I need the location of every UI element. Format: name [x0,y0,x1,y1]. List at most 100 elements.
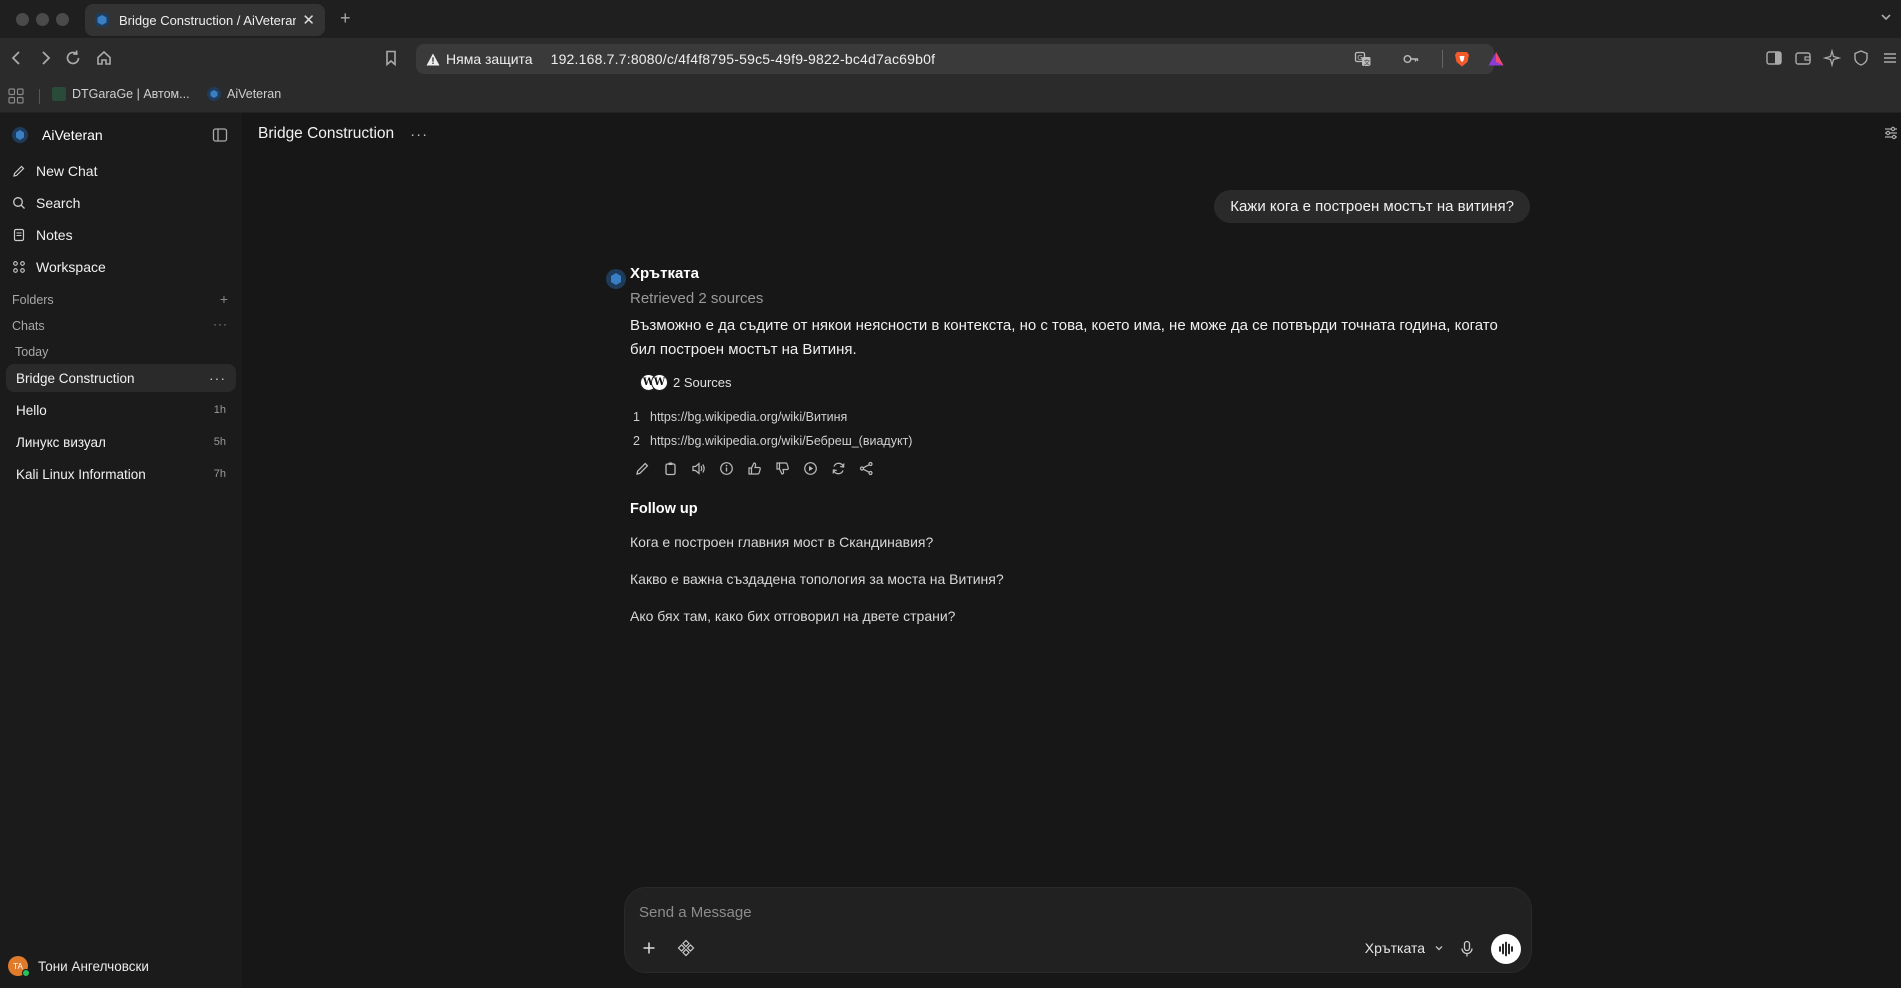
bookmark-icon[interactable] [382,49,400,67]
chevron-down-icon[interactable] [1879,10,1893,24]
app-logo-icon [12,127,28,143]
forward-icon[interactable] [36,49,54,67]
plus-icon[interactable] [641,940,657,956]
speaker-icon [691,461,705,475]
address-bar[interactable]: Няма защита 192.168.7.7:8080/c/4f4f8795-… [416,44,1504,74]
notes-label: Notes [36,227,73,243]
source-url[interactable]: https://bg.wikipedia.org/wiki/Бебреш_(ви… [650,434,912,448]
browser-tab-strip: Bridge Construction / AiVeteran ✕ + [0,0,1901,38]
home-icon[interactable] [95,49,113,67]
bad-response-button[interactable] [773,459,791,477]
svg-text:G: G [1357,54,1362,62]
source-number: 1 [633,410,640,424]
chat-main: Bridge Construction ··· Кажи кога е пост… [242,113,1901,988]
add-folder-icon[interactable]: + [220,291,228,307]
chat-item-kali-linux[interactable]: Kali Linux Information 7h [6,460,236,488]
back-icon[interactable] [8,49,26,67]
message-actions [630,459,1530,477]
translate-icon[interactable]: G文 [1354,50,1372,68]
online-status-dot [22,969,30,977]
menu-icon[interactable] [1881,49,1899,67]
divider [1442,50,1443,68]
workspace-button[interactable]: Workspace [12,259,106,275]
key-icon[interactable] [1402,50,1420,68]
copy-button[interactable] [661,459,679,477]
follow-up-suggestion[interactable]: Кога е построен главния мост в Скандинав… [630,531,1530,554]
url-actions: G文 [1354,44,1372,74]
follow-up-suggestion[interactable]: Ако бях там, како бих отговорил на двете… [630,605,1530,628]
vpn-shield-icon[interactable] [1852,49,1870,67]
brave-rewards-icon[interactable] [1487,50,1505,68]
continue-response-button[interactable] [801,459,819,477]
controls-icon[interactable] [1883,125,1899,141]
message-input[interactable] [639,900,1499,924]
chat-time: 1h [213,404,226,416]
chat-item-linux-visual[interactable]: Линукс визуал 5h [6,428,236,456]
follow-up-suggestion[interactable]: Какво е важна създадена топология за мос… [630,568,1530,591]
sidebar: AiVeteran New Chat Search Notes Workspac… [0,113,242,988]
thumbs-up-icon [747,461,761,475]
notes-button[interactable]: Notes [12,227,73,243]
url-actions-key [1402,44,1420,74]
wallet-icon[interactable] [1794,49,1812,67]
chat-options-icon[interactable]: ··· [410,126,428,143]
tools-icon[interactable] [677,939,695,957]
message-composer: Хрътката [624,887,1532,973]
chats-menu-icon[interactable]: ··· [213,317,228,331]
site-favicon-icon [52,87,66,101]
chat-options-icon[interactable]: ··· [209,370,226,386]
chat-item-hello[interactable]: Hello 1h [6,396,236,424]
read-aloud-button[interactable] [689,459,707,477]
close-tab-icon[interactable]: ✕ [302,11,315,29]
voice-mode-button[interactable] [1491,934,1521,964]
workspace-icon [13,261,25,273]
search-label: Search [36,195,81,211]
chat-title: Bridge Construction [16,370,135,386]
edit-button[interactable] [633,459,651,477]
window-zoom-button[interactable] [56,13,69,26]
window-close-button[interactable] [16,13,29,26]
source-url[interactable]: https://bg.wikipedia.org/wiki/Витиня [650,410,847,424]
info-icon [719,461,733,475]
reload-icon[interactable] [64,49,82,67]
browser-tab-active[interactable]: Bridge Construction / AiVeteran ✕ [85,4,325,36]
model-avatar-icon [606,269,626,289]
regenerate-button[interactable] [829,459,847,477]
generation-info-button[interactable] [717,459,735,477]
app-favicon-icon [95,13,109,27]
security-indicator[interactable]: Няма защита [426,51,533,67]
chat-header: Bridge Construction ··· [258,125,428,143]
bookmark-aiveteran[interactable]: AiVeteran [207,87,281,101]
share-button[interactable] [857,459,875,477]
apps-grid-icon[interactable] [8,88,24,104]
microphone-icon[interactable] [1459,940,1475,958]
user-message-text: Кажи кога е построен мостът на витиня? [1230,198,1514,215]
url-text[interactable]: 192.168.7.7:8080/c/4f4f8795-59c5-49f9-98… [551,51,936,67]
bookmark-label: AiVeteran [227,87,282,101]
source-icons: W W [640,374,668,391]
chat-item-bridge-construction[interactable]: Bridge Construction ··· [6,364,236,392]
source-item[interactable]: 1 https://bg.wikipedia.org/wiki/Витиня [630,405,1530,429]
follow-up-title: Follow up [630,501,698,517]
retrieved-status[interactable]: Retrieved 2 sources [630,290,1530,307]
url-actions-brave [1442,44,1505,74]
sidebar-panel-icon[interactable] [1765,49,1783,67]
new-chat-button[interactable]: New Chat [12,163,97,179]
brave-shields-icon[interactable] [1453,50,1471,68]
sources-toggle[interactable]: W W 2 Sources [640,374,732,391]
leo-ai-icon[interactable] [1823,49,1841,67]
bookmark-label: DTGaraGe | Автом... [72,87,190,101]
chat-title: Hello [16,402,47,418]
model-selector[interactable]: Хрътката [1365,940,1445,956]
sidebar-toggle-icon[interactable] [212,127,228,143]
good-response-button[interactable] [745,459,763,477]
share-icon [859,461,873,475]
new-tab-icon[interactable]: + [340,8,351,29]
user-menu[interactable]: TA Тони Ангелчовски [8,956,149,977]
search-button[interactable]: Search [12,195,80,211]
window-minimize-button[interactable] [36,13,49,26]
source-item[interactable]: 2 https://bg.wikipedia.org/wiki/Бебреш_(… [630,429,1530,453]
sidebar-header[interactable]: AiVeteran [12,127,103,143]
browser-toolbar: Няма защита 192.168.7.7:8080/c/4f4f8795-… [0,38,1901,80]
bookmark-dtgarage[interactable]: DTGaraGe | Автом... [52,87,190,101]
